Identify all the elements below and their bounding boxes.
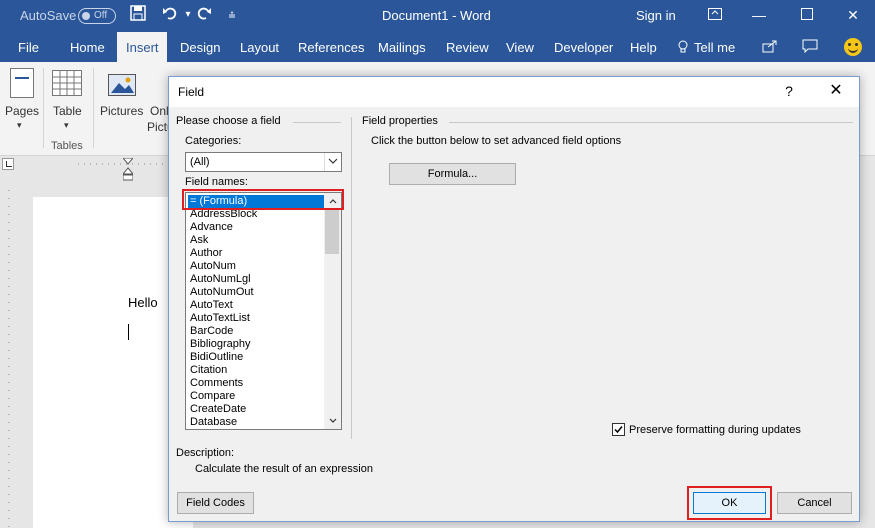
tab-references[interactable]: References	[298, 40, 364, 55]
tab-design[interactable]: Design	[180, 40, 220, 55]
close-dialog-icon[interactable]: ✕	[825, 80, 847, 102]
tab-selector[interactable]	[2, 158, 14, 170]
description-label: Description:	[176, 447, 235, 459]
list-item[interactable]: Citation	[190, 364, 227, 377]
table-dropdown-icon[interactable]: ▾	[64, 120, 69, 131]
customize-toolbar-icon[interactable]: ⩮	[222, 5, 242, 25]
description-text: Calculate the result of an expression	[195, 463, 373, 475]
text-cursor	[128, 324, 129, 340]
dialog-title: Field	[178, 85, 205, 99]
tab-layout[interactable]: Layout	[240, 40, 279, 55]
list-item[interactable]: Database	[190, 416, 237, 429]
feedback-smiley-icon[interactable]	[844, 38, 862, 56]
highlight-box	[687, 486, 772, 520]
sign-in-link[interactable]: Sign in	[636, 8, 676, 23]
pages-dropdown-icon[interactable]: ▾	[17, 120, 22, 131]
choose-field-title: Please choose a field	[176, 115, 281, 127]
close-window-icon[interactable]: ✕	[842, 4, 864, 26]
field-codes-button[interactable]: Field Codes	[177, 492, 254, 514]
list-item[interactable]: AutoNumLgl	[190, 273, 251, 286]
ribbon-separator	[93, 68, 94, 148]
tell-me-search[interactable]: Tell me	[694, 40, 735, 55]
horizontal-ruler[interactable]	[18, 158, 178, 170]
redo-icon[interactable]	[194, 5, 214, 25]
pictures-icon[interactable]	[108, 74, 136, 96]
scroll-thumb[interactable]	[325, 210, 339, 254]
autosave-toggle[interactable]: Off	[78, 8, 116, 24]
group-separator	[351, 117, 352, 439]
tab-developer[interactable]: Developer	[554, 40, 613, 55]
autosave-label: AutoSave	[20, 8, 77, 23]
tab-review[interactable]: Review	[446, 40, 489, 55]
list-item[interactable]: AutoTextList	[190, 312, 250, 325]
autosave-state: Off	[94, 10, 108, 21]
comments-icon[interactable]	[802, 39, 818, 56]
list-item[interactable]: Ask	[190, 234, 208, 247]
window-title: Document1 - Word	[382, 8, 491, 23]
list-item[interactable]: Bibliography	[190, 338, 251, 351]
cancel-button[interactable]: Cancel	[777, 492, 852, 514]
help-button[interactable]: ?	[781, 83, 797, 101]
table-button[interactable]: Table	[53, 104, 82, 118]
list-item[interactable]: BarCode	[190, 325, 233, 338]
tab-insert[interactable]: Insert	[117, 32, 167, 62]
list-item[interactable]: CreateDate	[190, 403, 246, 416]
categories-select[interactable]: (All)	[185, 152, 342, 172]
online-pictures-button[interactable]: Onl	[150, 104, 169, 118]
list-item[interactable]: AutoNumOut	[190, 286, 254, 299]
table-icon[interactable]	[52, 70, 82, 96]
minimize-icon[interactable]: —	[748, 4, 770, 26]
dialog-title-bar: Field ? ✕	[169, 77, 859, 107]
field-names-label: Field names:	[185, 176, 248, 188]
group-divider	[293, 122, 341, 123]
formula-button[interactable]: Formula...	[389, 163, 516, 185]
highlight-box	[182, 189, 344, 210]
field-dialog: Field ? ✕ Please choose a field Categori…	[168, 76, 860, 522]
indent-marker-icon[interactable]	[121, 157, 135, 182]
share-icon[interactable]	[762, 39, 778, 56]
list-item[interactable]: Author	[190, 247, 222, 260]
list-item[interactable]: BidiOutline	[190, 351, 243, 364]
field-properties-title: Field properties	[362, 115, 438, 127]
tab-file[interactable]: File	[18, 40, 39, 55]
list-item[interactable]: Compare	[190, 390, 235, 403]
ribbon-display-options-icon[interactable]	[704, 4, 726, 26]
lightbulb-icon	[678, 40, 688, 56]
undo-icon[interactable]	[160, 5, 180, 25]
scroll-down-icon[interactable]	[324, 412, 341, 429]
list-item[interactable]: Advance	[190, 221, 233, 234]
field-names-list[interactable]: = (Formula) AddressBlock Advance Ask Aut…	[185, 192, 342, 430]
chevron-down-icon[interactable]	[324, 153, 341, 171]
pictures-button[interactable]: Pictures	[100, 104, 143, 118]
maximize-icon[interactable]	[796, 4, 818, 26]
list-item[interactable]: AutoNum	[190, 260, 236, 273]
tab-insert-label: Insert	[126, 40, 159, 55]
tab-view[interactable]: View	[506, 40, 534, 55]
list-item[interactable]: Comments	[190, 377, 243, 390]
categories-value: (All)	[190, 156, 210, 168]
pages-icon[interactable]	[10, 68, 34, 98]
save-icon[interactable]	[128, 5, 148, 25]
categories-label: Categories:	[185, 135, 242, 147]
tab-help[interactable]: Help	[630, 40, 657, 55]
list-item[interactable]: AutoText	[190, 299, 233, 312]
list-scrollbar[interactable]	[324, 193, 341, 429]
tab-home[interactable]: Home	[70, 40, 105, 55]
vertical-ruler[interactable]	[3, 190, 15, 528]
title-bar: AutoSave Off ▾ ⩮ Document1 - Word Sign i…	[0, 0, 875, 32]
tab-mailings[interactable]: Mailings	[378, 40, 426, 55]
pages-button[interactable]: Pages	[5, 104, 39, 118]
preserve-formatting-checkbox[interactable]	[612, 423, 625, 436]
document-text[interactable]: Hello	[128, 295, 158, 310]
ribbon-separator	[43, 68, 44, 148]
tables-group-label: Tables	[51, 140, 83, 152]
toggle-knob	[82, 12, 90, 20]
properties-hint: Click the button below to set advanced f…	[371, 135, 622, 147]
group-divider	[449, 122, 853, 123]
preserve-formatting-label[interactable]: Preserve formatting during updates	[629, 424, 801, 436]
